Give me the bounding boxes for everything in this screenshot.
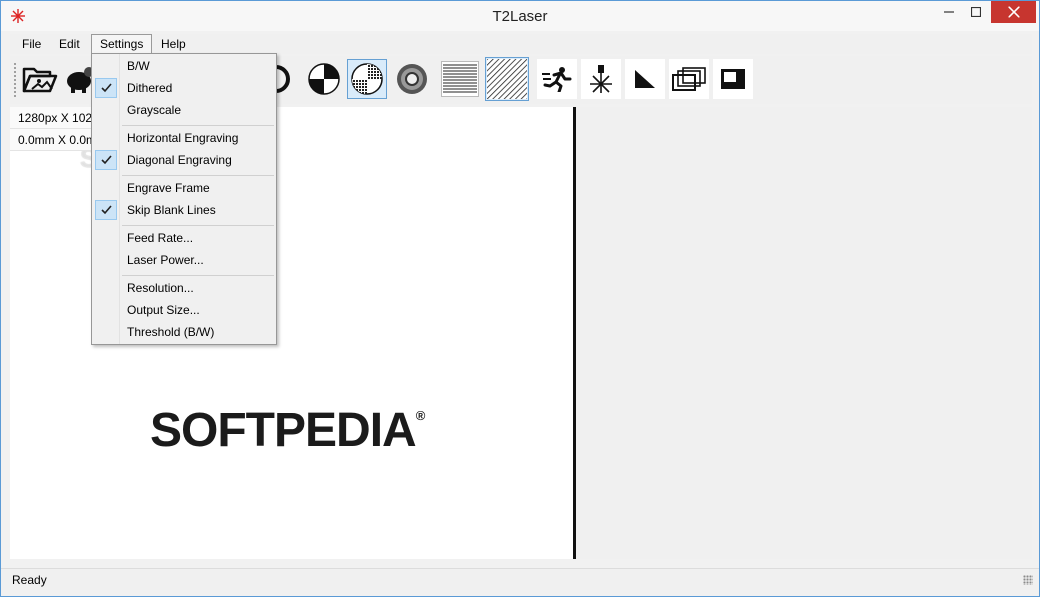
- image-pixel-size: 1280px X 1024: [10, 107, 100, 129]
- check-icon: [95, 150, 117, 170]
- check-icon: [95, 78, 117, 98]
- menu-item-output-size[interactable]: Output Size...: [92, 299, 276, 321]
- menu-item-dithered[interactable]: Dithered: [92, 77, 276, 99]
- minimize-button[interactable]: [936, 1, 962, 23]
- resize-grip[interactable]: [1023, 575, 1033, 585]
- menu-item-horizontal-engraving[interactable]: Horizontal Engraving: [92, 127, 276, 149]
- settings-menu: B/W Dithered Grayscale Horizontal Engrav…: [91, 53, 277, 345]
- menu-file[interactable]: File: [14, 34, 49, 54]
- check-icon: [95, 200, 117, 220]
- maximize-button[interactable]: [963, 1, 989, 23]
- menu-item-grayscale[interactable]: Grayscale: [92, 99, 276, 121]
- preview-area: [576, 107, 1032, 559]
- window-title: T2Laser: [492, 8, 548, 25]
- menu-item-threshold[interactable]: Threshold (B/W): [92, 321, 276, 343]
- laser-button[interactable]: [581, 59, 621, 99]
- menu-item-diagonal-engraving[interactable]: Diagonal Engraving: [92, 149, 276, 171]
- diagonal-engraving-button[interactable]: [485, 57, 529, 101]
- dithered-mode-button[interactable]: [347, 59, 387, 99]
- status-text: Ready: [12, 573, 47, 587]
- menu-item-engrave-frame[interactable]: Engrave Frame: [92, 177, 276, 199]
- output-button[interactable]: [713, 59, 753, 99]
- title-bar: T2Laser: [1, 1, 1039, 31]
- app-window: T2Laser File Edit Settings Help SOFTPEDI…: [0, 0, 1040, 597]
- triangle-button[interactable]: [625, 59, 665, 99]
- menu-settings[interactable]: Settings: [91, 34, 153, 54]
- menu-separator: [122, 125, 274, 126]
- status-bar: Ready: [1, 568, 1039, 590]
- close-button[interactable]: [991, 1, 1036, 23]
- menu-separator: [122, 175, 274, 176]
- frame-button[interactable]: [669, 59, 709, 99]
- menu-item-bw[interactable]: B/W: [92, 55, 276, 77]
- menu-item-feed-rate[interactable]: Feed Rate...: [92, 227, 276, 249]
- grayscale-mode-button[interactable]: [392, 59, 432, 99]
- menu-separator: [122, 275, 274, 276]
- menu-separator: [122, 225, 274, 226]
- canvas-image-logo: SOFTPEDIA®: [150, 404, 425, 457]
- bw-mode-button[interactable]: [304, 59, 344, 99]
- toolbar-grip[interactable]: [13, 62, 17, 98]
- image-mm-size: 0.0mm X 0.0m: [10, 129, 100, 151]
- run-button[interactable]: [537, 59, 577, 99]
- menu-bar: File Edit Settings Help: [10, 34, 1032, 54]
- menu-item-skip-blank-lines[interactable]: Skip Blank Lines: [92, 199, 276, 221]
- menu-item-resolution[interactable]: Resolution...: [92, 277, 276, 299]
- menu-edit[interactable]: Edit: [51, 34, 88, 54]
- horizontal-engraving-button[interactable]: [440, 59, 480, 99]
- info-panel: 1280px X 1024 0.0mm X 0.0m: [10, 107, 100, 151]
- menu-item-laser-power[interactable]: Laser Power...: [92, 249, 276, 271]
- open-image-button[interactable]: [20, 59, 60, 99]
- menu-help[interactable]: Help: [153, 34, 194, 54]
